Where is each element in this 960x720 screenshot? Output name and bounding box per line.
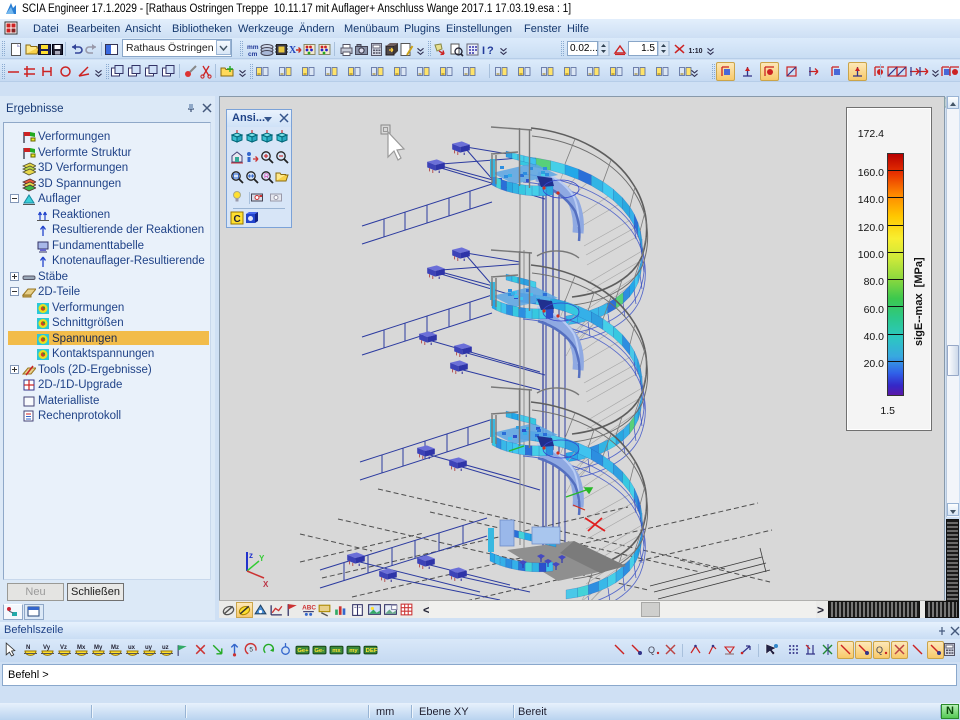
svg-text:Mx: Mx <box>77 645 86 651</box>
svg-text:ABC: ABC <box>302 605 316 612</box>
svg-text:X: X <box>263 580 269 589</box>
svg-text:Mz: Mz <box>111 645 119 651</box>
svg-text:N: N <box>26 645 30 651</box>
svg-text:cm: cm <box>248 51 258 57</box>
svg-text:Vy: Vy <box>43 645 51 651</box>
svg-text:mm: mm <box>247 44 259 51</box>
svg-text:1:10: 1:10 <box>689 48 703 55</box>
svg-text:uy: uy <box>145 645 153 651</box>
svg-text:?: ? <box>487 45 494 57</box>
svg-text:uz: uz <box>162 645 169 651</box>
svg-text:mx: mx <box>332 648 341 654</box>
svg-text:Vz: Vz <box>60 645 67 651</box>
svg-text:C: C <box>234 214 241 225</box>
svg-text:my: my <box>349 648 358 654</box>
svg-text:Y: Y <box>259 554 265 563</box>
svg-text:Ge-: Ge- <box>314 648 324 654</box>
svg-text:R: R <box>264 174 269 181</box>
svg-text:DEF: DEF <box>366 648 378 654</box>
svg-text:X: X <box>289 45 297 56</box>
svg-text:Ge+: Ge+ <box>297 648 309 654</box>
svg-text:Q: Q <box>876 645 883 655</box>
svg-text:ux: ux <box>128 645 136 651</box>
svg-text:5: 5 <box>249 647 253 654</box>
svg-text:I: I <box>482 45 485 57</box>
svg-text:Q: Q <box>648 645 655 655</box>
svg-text:z: z <box>249 551 253 560</box>
svg-text:My: My <box>94 645 103 651</box>
